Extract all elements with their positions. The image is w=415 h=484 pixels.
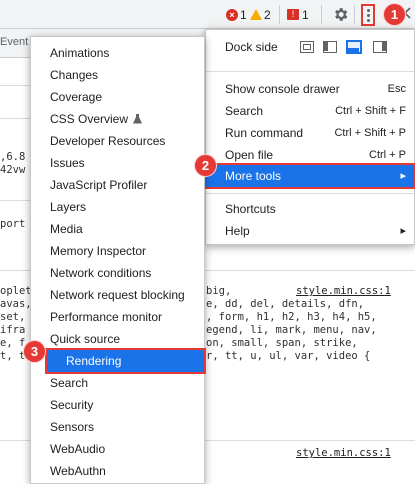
css-selector-text: , form, h1, h2, h3, h4, h5, [206, 311, 377, 323]
submenu-item-webauthn[interactable]: WebAuthn [31, 460, 204, 482]
css-selector-text: big, [206, 285, 232, 297]
submenu-item-label: CSS Overview [50, 112, 129, 126]
undock-icon[interactable] [300, 41, 314, 53]
css-selector-text: t, t [0, 350, 26, 362]
submenu-item-issues[interactable]: Issues [31, 152, 204, 174]
css-selector-text: egend, li, mark, menu, nav, [206, 324, 377, 336]
warning-count: 2 [264, 7, 271, 22]
menu-item-shortcut: Esc [387, 83, 406, 95]
css-selector-text: r, tt, u, ul, var, video { [206, 350, 371, 362]
error-count-badge[interactable]: × 1 [226, 6, 247, 23]
submenu-item-javascript-profiler[interactable]: JavaScript Profiler [31, 174, 204, 196]
submenu-item-layers[interactable]: Layers [31, 196, 204, 218]
css-selector-text: on, small, span, strike, [206, 337, 358, 349]
devtools-toolbar: × 1 2 ! 1 [0, 0, 415, 29]
css-selector-text: ifra [0, 324, 26, 336]
error-icon: × [226, 8, 238, 21]
dock-right-icon[interactable] [373, 41, 387, 53]
customize-devtools-kebab-icon[interactable] [361, 4, 375, 26]
menu-separator [206, 71, 414, 72]
menu-item-search[interactable]: Search Ctrl + Shift + F [206, 100, 414, 122]
issues-count: 1 [302, 7, 309, 22]
menu-item-label: Help [225, 224, 250, 238]
toolbar-divider [354, 5, 355, 24]
menu-item-show-console-drawer[interactable]: Show console drawer Esc [206, 78, 414, 100]
style-value-text: 42vw [0, 164, 26, 176]
step-marker-2: 2 [195, 155, 216, 176]
menu-item-label: Run command [225, 126, 304, 140]
css-selector-text: set, [0, 311, 26, 323]
dock-side-label: Dock side [225, 40, 278, 54]
menu-item-label: Shortcuts [225, 202, 276, 216]
menu-item-help[interactable]: Help ▸ [206, 220, 414, 242]
step-marker-3: 3 [24, 341, 45, 362]
issues-count-badge[interactable]: ! 1 [287, 6, 309, 23]
customize-menu: Dock side Show console drawer Esc Search… [204, 29, 415, 245]
menu-item-label: Show console drawer [225, 82, 340, 96]
style-value-text: ,6.8 [0, 151, 26, 163]
submenu-item-quick-source[interactable]: Quick source [31, 328, 204, 350]
submenu-item-performance-monitor[interactable]: Performance monitor [31, 306, 204, 328]
menu-item-shortcuts[interactable]: Shortcuts [206, 198, 414, 220]
submenu-item-label: Rendering [66, 354, 122, 368]
submenu-item-developer-resources[interactable]: Developer Resources [31, 130, 204, 152]
menu-item-shortcut: Ctrl + Shift + P [334, 127, 406, 139]
css-selector-text: avas, [0, 298, 32, 310]
css-selector-text: e, dd, del, details, dfn, [206, 298, 365, 310]
menu-item-shortcut: Ctrl + Shift + F [335, 105, 406, 117]
submenu-item-network-request-blocking[interactable]: Network request blocking [31, 284, 204, 306]
menu-item-more-tools[interactable]: More tools ▸ [204, 163, 415, 189]
submenu-item-rendering[interactable]: Rendering [45, 348, 206, 374]
step-marker-1: 1 [384, 4, 405, 25]
submenu-item-css-overview[interactable]: CSS Overview [31, 108, 204, 130]
stylesheet-link[interactable]: style.min.css:1 [296, 447, 391, 459]
warning-icon [250, 9, 262, 20]
submenu-item-webaudio[interactable]: WebAudio [31, 438, 204, 460]
menu-item-run-command[interactable]: Run command Ctrl + Shift + P [206, 122, 414, 144]
more-tools-submenu: Animations Changes Coverage CSS Overview… [30, 36, 206, 484]
submenu-item-security[interactable]: Security [31, 394, 204, 416]
submenu-arrow-icon: ▸ [400, 225, 406, 237]
submenu-item-sensors[interactable]: Sensors [31, 416, 204, 438]
experiment-flask-icon [133, 114, 143, 124]
menu-item-open-file[interactable]: Open file Ctrl + P [206, 144, 414, 166]
submenu-item-animations[interactable]: Animations [31, 42, 204, 64]
event-listeners-tab[interactable]: Event [0, 36, 28, 48]
gear-icon[interactable] [332, 6, 349, 23]
submenu-item-coverage[interactable]: Coverage [31, 86, 204, 108]
submenu-item-memory-inspector[interactable]: Memory Inspector [31, 240, 204, 262]
style-value-text: port [0, 218, 26, 230]
dock-left-icon[interactable] [323, 41, 337, 53]
submenu-item-network-conditions[interactable]: Network conditions [31, 262, 204, 284]
error-count: 1 [240, 7, 247, 22]
submenu-item-changes[interactable]: Changes [31, 64, 204, 86]
submenu-item-search[interactable]: Search [31, 372, 204, 394]
warning-count-badge[interactable]: 2 [250, 6, 271, 23]
submenu-item-media[interactable]: Media [31, 218, 204, 240]
menu-item-label: More tools [225, 169, 282, 183]
css-selector-text: e, f [0, 337, 26, 349]
menu-item-label: Open file [225, 148, 274, 162]
dock-bottom-icon[interactable] [346, 40, 362, 54]
stylesheet-link[interactable]: style.min.css:1 [296, 285, 391, 297]
toolbar-divider [321, 5, 322, 24]
toolbar-divider [279, 5, 280, 24]
submenu-arrow-icon: ▸ [400, 170, 406, 182]
css-selector-text: oplet [0, 285, 32, 297]
menu-item-label: Search [225, 104, 264, 118]
issues-flag-icon: ! [287, 9, 299, 20]
menu-item-shortcut: Ctrl + P [369, 149, 406, 161]
menu-separator [206, 193, 414, 194]
